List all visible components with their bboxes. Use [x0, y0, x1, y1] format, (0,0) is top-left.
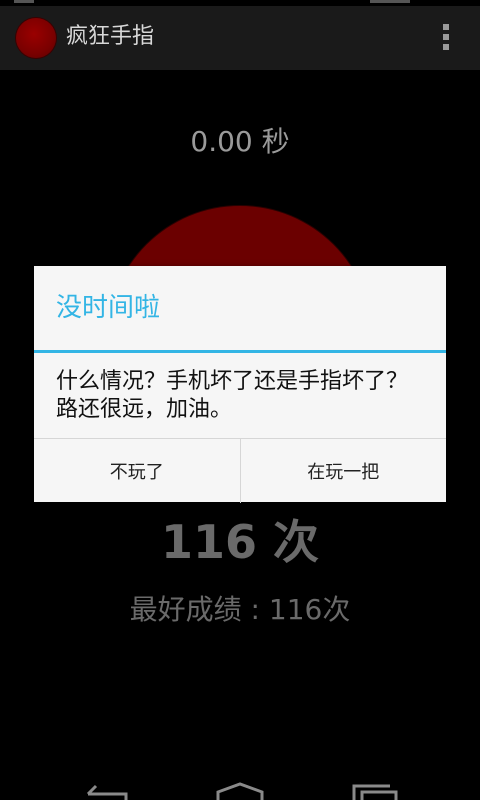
play-again-button[interactable]: 在玩一把 — [239, 439, 447, 503]
dialog-title-divider — [34, 350, 446, 353]
dialog-title: 没时间啦 — [56, 293, 161, 323]
dialog-message: 什么情况？手机坏了还是手指坏了？路还很远，加油。 — [56, 369, 409, 422]
dialog-button-bar: 不玩了 在玩一把 — [34, 438, 446, 503]
alert-dialog: 没时间啦 什么情况？手机坏了还是手指坏了？路还很远，加油。 不玩了 在玩一把 — [34, 266, 446, 503]
quit-button[interactable]: 不玩了 — [34, 439, 240, 503]
app-screen: 疯狂手指 0.00 秒 116 次 最好成绩 : 116次 没时间啦 什么情况？… — [0, 0, 480, 800]
